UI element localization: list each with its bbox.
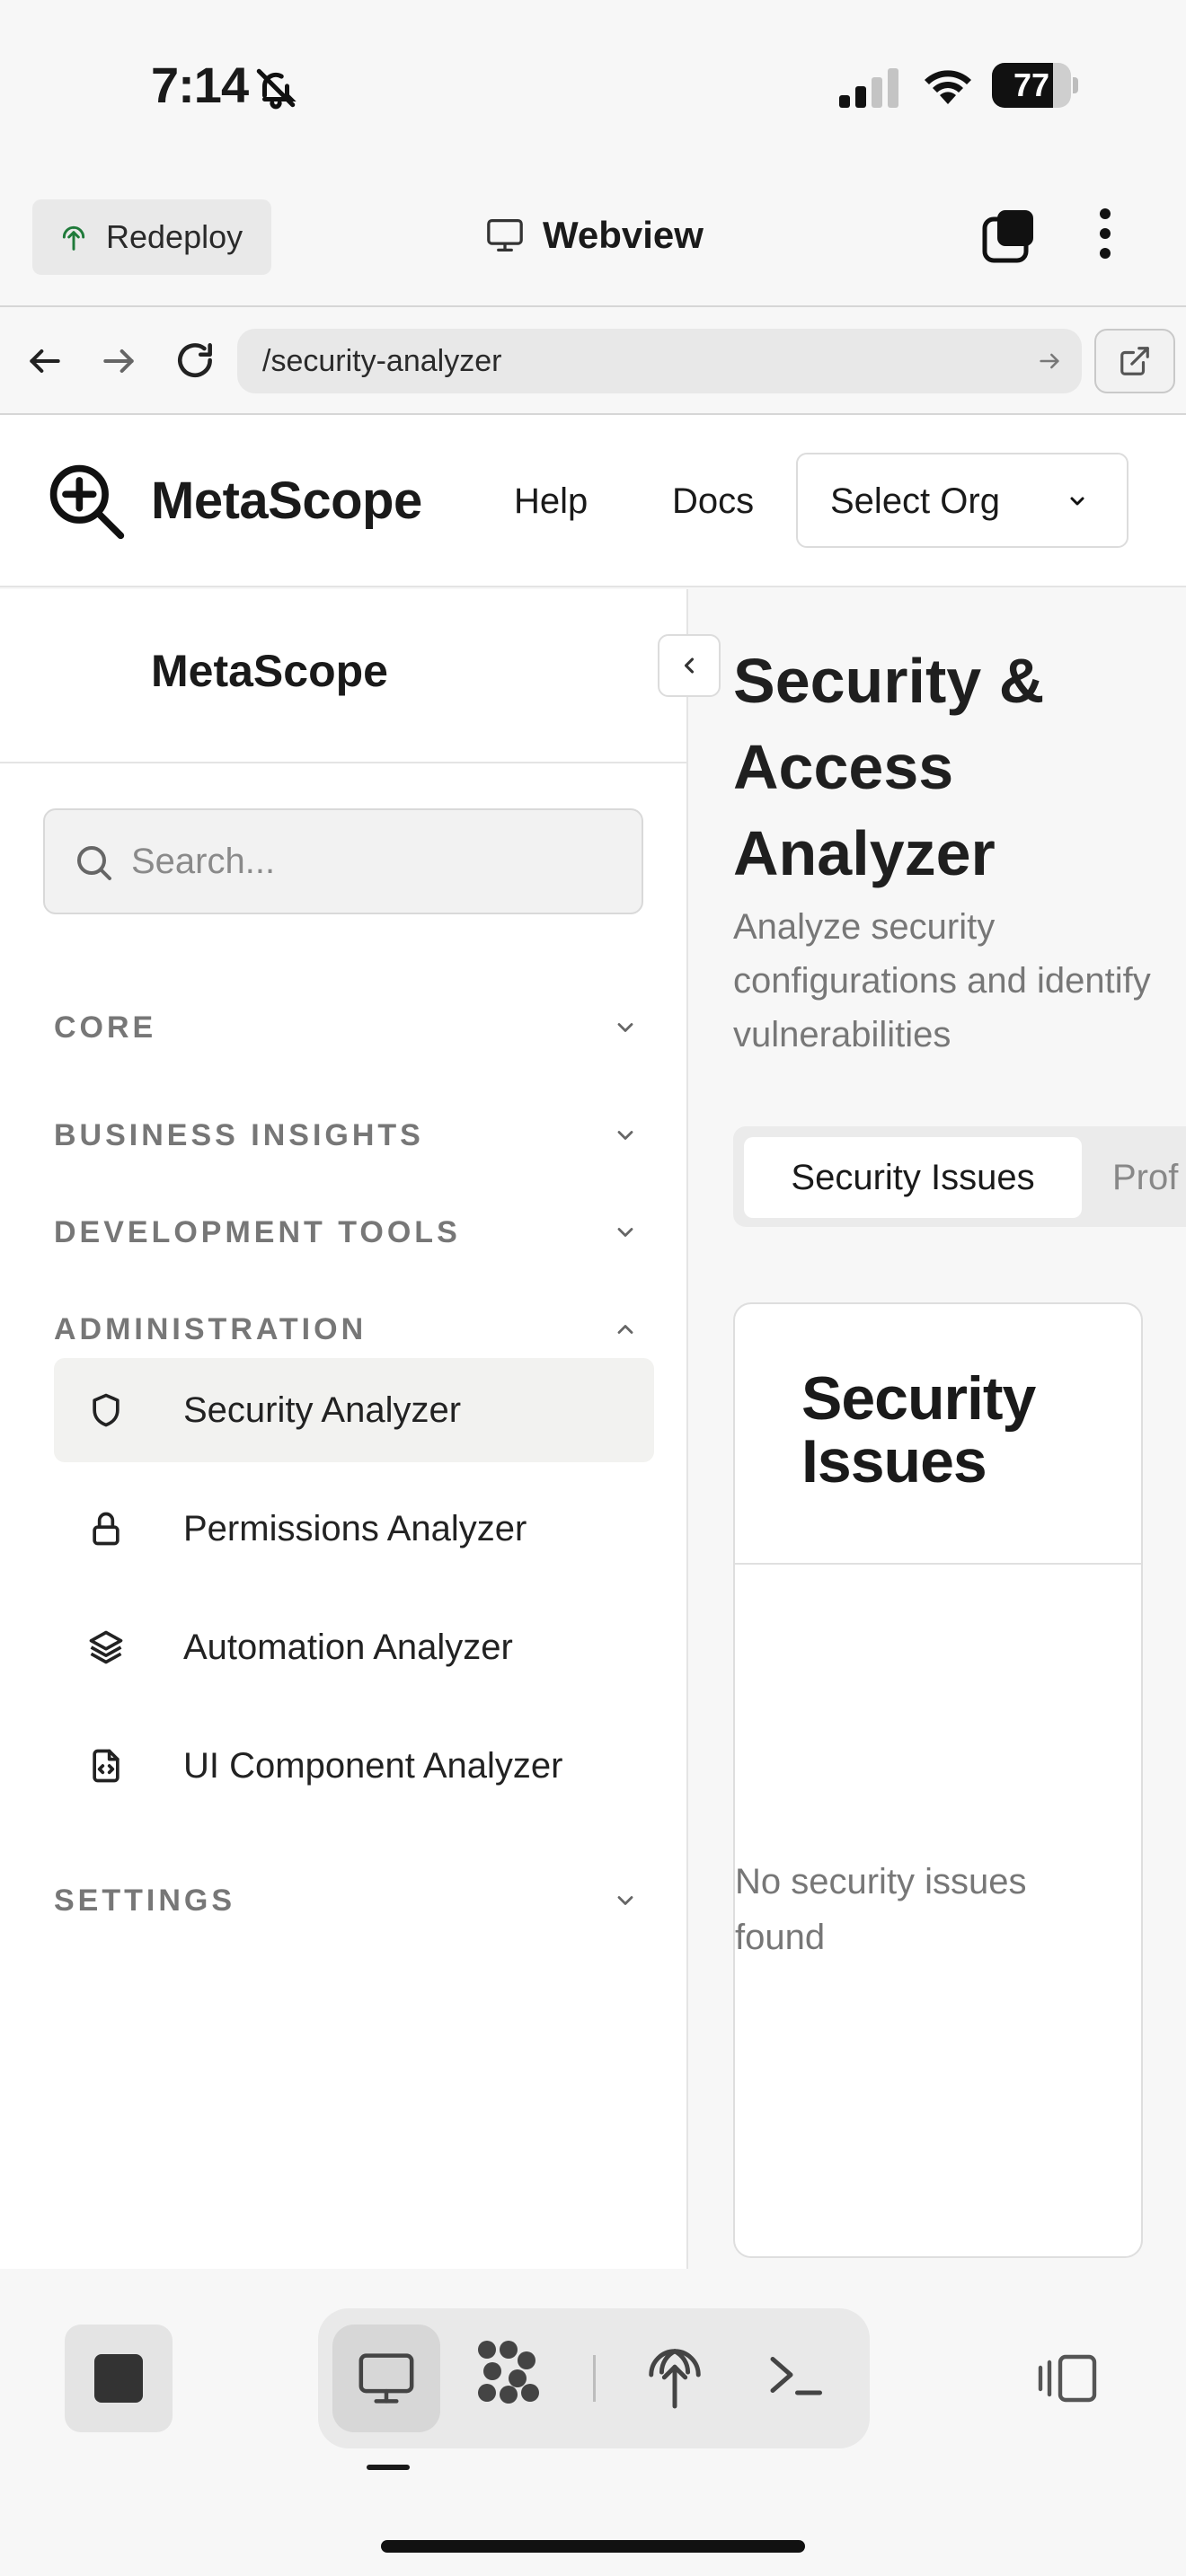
toolbar-divider <box>593 2355 596 2402</box>
nav-help-link[interactable]: Help <box>514 481 588 522</box>
sidebar-item-security-analyzer[interactable]: Security Analyzer <box>54 1358 654 1462</box>
go-arrow-icon[interactable] <box>1037 348 1062 374</box>
chevron-down-icon <box>613 1123 638 1148</box>
search-input[interactable] <box>131 810 616 913</box>
app-bar: Redeploy Webview <box>0 171 1186 305</box>
section-business-insights[interactable]: BUSINESS INSIGHTS <box>54 1108 638 1162</box>
chevron-down-icon <box>613 1220 638 1245</box>
url-bar: /security-analyzer <box>0 305 1186 415</box>
collapse-sidebar-button[interactable] <box>658 634 721 697</box>
agent-tool-icon[interactable] <box>471 2335 543 2407</box>
section-settings-label: SETTINGS <box>54 1883 236 1918</box>
tab-bar: Security Issues Prof <box>733 1126 1186 1227</box>
tab-profiles[interactable]: Prof <box>1112 1137 1178 1218</box>
tool-switcher <box>318 2308 870 2448</box>
url-text: /security-analyzer <box>262 344 502 378</box>
tab-security-issues[interactable]: Security Issues <box>744 1137 1082 1218</box>
redeploy-button[interactable]: Redeploy <box>32 199 271 275</box>
page-title: Security & Access Analyzer <box>733 646 1045 888</box>
sidebar-item-label: Security Analyzer <box>183 1389 462 1430</box>
deploy-icon <box>59 221 88 253</box>
section-core-label: CORE <box>54 1010 157 1045</box>
card-title: Security Issues <box>801 1364 1036 1495</box>
more-options-icon[interactable] <box>1096 207 1114 260</box>
chevron-down-icon <box>613 1015 638 1040</box>
lock-icon <box>86 1509 126 1548</box>
deploy-tool-icon[interactable] <box>643 2341 706 2409</box>
redeploy-label: Redeploy <box>106 218 243 255</box>
sidebar: MetaScope CORE BUSINESS INSIGHTS DEVELOP… <box>0 589 688 2269</box>
sidebar-item-automation-analyzer[interactable]: Automation Analyzer <box>54 1595 654 1699</box>
section-business-label: BUSINESS INSIGHTS <box>54 1117 424 1152</box>
stop-button[interactable] <box>65 2325 173 2432</box>
search-icon <box>72 841 115 884</box>
home-indicator <box>381 2540 805 2553</box>
forward-arrow-icon[interactable] <box>99 341 138 381</box>
section-core[interactable]: CORE <box>54 1001 638 1054</box>
sidebar-item-label: Automation Analyzer <box>183 1627 513 1667</box>
chevron-left-icon <box>677 653 702 678</box>
sidebar-divider <box>0 762 686 763</box>
nav-docs-link[interactable]: Docs <box>672 481 754 522</box>
section-development-tools[interactable]: DEVELOPMENT TOOLS <box>54 1205 638 1259</box>
section-admin-label: ADMINISTRATION <box>54 1311 367 1346</box>
site-logo[interactable]: MetaScope <box>151 471 422 531</box>
chevron-up-icon <box>613 1317 638 1342</box>
card-divider <box>735 1563 1141 1565</box>
webview-title-label: Webview <box>543 214 704 256</box>
sidebar-item-label: Permissions Analyzer <box>183 1508 527 1548</box>
external-link-icon <box>1118 344 1152 378</box>
sidebar-item-permissions-analyzer[interactable]: Permissions Analyzer <box>54 1477 654 1581</box>
code-file-icon <box>86 1746 126 1786</box>
reload-icon[interactable] <box>173 338 217 383</box>
url-input[interactable]: /security-analyzer <box>237 329 1082 393</box>
layout-toggle-icon[interactable] <box>1035 2351 1100 2405</box>
battery-percent: 77 <box>1013 66 1050 103</box>
shield-icon <box>86 1390 126 1430</box>
security-issues-card: Security Issues No security issues found <box>733 1302 1143 2258</box>
open-external-button[interactable] <box>1094 329 1175 393</box>
chevron-down-icon <box>613 1888 638 1913</box>
shell-tool-icon[interactable] <box>764 2348 827 2402</box>
site-header: MetaScope Help Docs Select Org <box>0 415 1186 587</box>
monitor-icon <box>485 217 525 253</box>
chevron-down-icon <box>1064 490 1091 512</box>
sidebar-item-label: UI Component Analyzer <box>183 1745 563 1786</box>
section-devtools-label: DEVELOPMENT TOOLS <box>54 1214 461 1249</box>
org-select-label: Select Org <box>830 481 1000 521</box>
sidebar-item-ui-component-analyzer[interactable]: UI Component Analyzer <box>54 1714 654 1818</box>
page-subtitle: Analyze security configurations and iden… <box>733 907 1151 1054</box>
sidebar-search[interactable] <box>43 808 643 914</box>
bottom-toolbar <box>0 2269 1186 2576</box>
magnifier-plus-icon <box>45 460 128 543</box>
webview-title: Webview <box>485 214 704 257</box>
tabs-icon[interactable] <box>981 208 1037 264</box>
active-tool-indicator <box>367 2465 410 2470</box>
section-administration[interactable]: ADMINISTRATION <box>54 1302 638 1356</box>
battery-icon: 77 <box>992 63 1078 108</box>
back-arrow-icon[interactable] <box>25 341 65 381</box>
cellular-signal-icon <box>839 68 898 108</box>
sidebar-title: MetaScope <box>151 646 388 696</box>
bell-slash-icon <box>253 65 298 111</box>
layers-icon <box>86 1628 126 1667</box>
wifi-icon <box>920 63 976 106</box>
stop-icon <box>94 2354 143 2403</box>
empty-state-text: No security issues found <box>735 1862 1027 1957</box>
webview-tool-button[interactable] <box>332 2325 440 2432</box>
status-time: 7:14 <box>151 57 249 113</box>
status-bar: 7:14 77 <box>0 0 1186 171</box>
monitor-icon <box>355 2351 418 2406</box>
section-settings[interactable]: SETTINGS <box>54 1874 638 1928</box>
org-select[interactable]: Select Org <box>796 453 1128 548</box>
